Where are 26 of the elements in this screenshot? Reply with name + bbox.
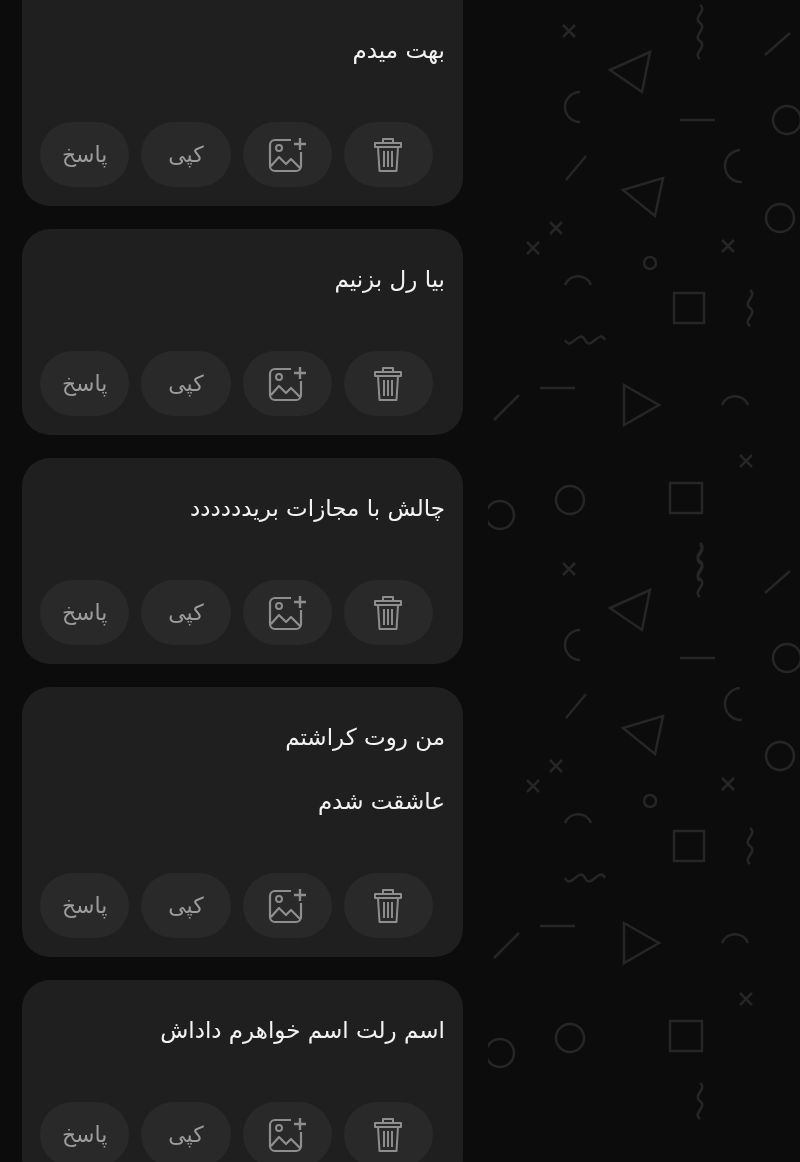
message-text: عاشقت شدم <box>317 787 445 817</box>
reply-button[interactable]: پاسخ <box>40 122 130 187</box>
message-text: چالش با مجازات بریدددددد <box>190 494 445 524</box>
copy-button[interactable]: کپی <box>141 122 231 187</box>
add-image-icon <box>267 364 308 403</box>
copy-button[interactable]: کپی <box>141 1102 231 1162</box>
add-image-icon <box>267 1115 308 1154</box>
reply-button[interactable]: پاسخ <box>40 580 130 645</box>
trash-icon <box>372 594 405 631</box>
message-text: بیا رل بزنیم <box>334 265 445 295</box>
copy-button[interactable]: کپی <box>141 580 231 645</box>
reply-button[interactable]: پاسخ <box>40 1102 130 1162</box>
reply-button[interactable]: پاسخ <box>40 351 130 416</box>
trash-icon <box>372 887 405 924</box>
add-image-icon <box>267 593 308 632</box>
reply-button[interactable]: پاسخ <box>40 873 130 938</box>
add-image-icon <box>267 886 308 925</box>
message-text: اسم رلت اسم خواهرم داداش <box>160 1016 445 1046</box>
copy-button[interactable]: کپی <box>141 873 231 938</box>
add-image-icon <box>267 135 308 174</box>
message-text: من روت کراشتم <box>285 723 445 753</box>
trash-icon <box>372 136 405 173</box>
copy-button[interactable]: کپی <box>141 351 231 416</box>
trash-icon <box>372 1116 405 1153</box>
message-text: بهت میدم <box>352 36 445 66</box>
trash-icon <box>372 365 405 402</box>
